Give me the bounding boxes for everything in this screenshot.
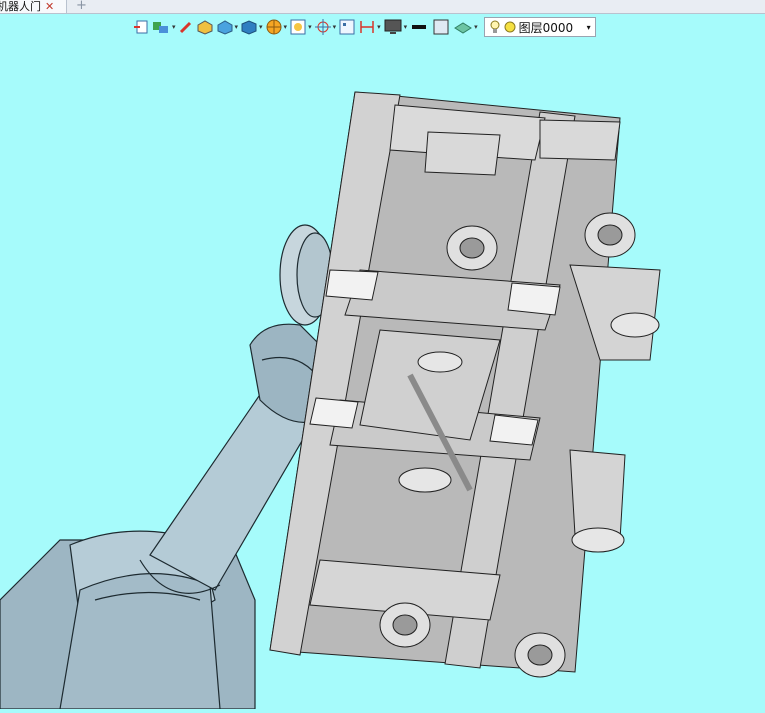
display-monitor-icon[interactable]: ▾ <box>383 17 408 37</box>
plane-visibility-icon[interactable]: ▾ <box>453 17 478 37</box>
shade-dropdown-icon[interactable]: ▾ <box>235 23 239 31</box>
plane-dropdown-icon[interactable]: ▾ <box>474 23 478 31</box>
solid-shade-icon[interactable]: ▾ <box>216 17 239 37</box>
solid-box-icon[interactable] <box>196 17 214 37</box>
layer-name: 图层0000 <box>518 20 574 35</box>
materials-dropdown-icon[interactable]: ▾ <box>172 23 176 31</box>
point-snap-icon[interactable]: ▾ <box>314 17 337 37</box>
line-style-icon[interactable] <box>409 17 429 37</box>
fill-color-icon[interactable] <box>431 17 451 37</box>
display-dropdown-icon[interactable]: ▾ <box>404 23 408 31</box>
edit-pencil-icon[interactable] <box>178 17 194 37</box>
view-dropdown-icon[interactable]: ▾ <box>259 23 263 31</box>
render-style-icon[interactable]: ▾ <box>265 17 288 37</box>
exit-sketch-icon[interactable] <box>133 17 149 37</box>
render-dropdown-icon[interactable]: ▾ <box>284 23 288 31</box>
document-tab-title: 机器人门 <box>0 0 41 13</box>
document-tab[interactable]: 机器人门 ✕ <box>0 0 67 13</box>
document-tab-bar: 机器人门 ✕ + <box>0 0 765 14</box>
lightbulb-icon[interactable] <box>489 20 501 34</box>
snap-dropdown-icon[interactable]: ▾ <box>308 23 312 31</box>
cad-model <box>0 91 661 710</box>
3d-viewport[interactable] <box>0 14 765 710</box>
new-tab-icon[interactable]: + <box>76 0 87 13</box>
layer-dropdown-icon[interactable]: ▾ <box>587 23 591 32</box>
view-toolbar: ▾ ▾ ▾ ▾ ▾ ▾ ▾ ▾ ▾ 图层0000 ▾ <box>133 16 596 38</box>
view-cube-icon[interactable]: ▾ <box>240 17 263 37</box>
layer-select[interactable]: 图层0000 ▾ <box>483 17 596 37</box>
snap-options-icon[interactable]: ▾ <box>289 17 312 37</box>
point-dropdown-icon[interactable]: ▾ <box>333 23 337 31</box>
layer-color-icon[interactable] <box>504 21 516 33</box>
dimension-icon[interactable]: ▾ <box>358 17 381 37</box>
materials-icon[interactable]: ▾ <box>151 17 176 37</box>
dimension-dropdown-icon[interactable]: ▾ <box>377 23 381 31</box>
close-tab-icon[interactable]: ✕ <box>45 1 54 12</box>
measure-frame-icon[interactable] <box>338 17 356 37</box>
gripper-frame <box>269 91 661 678</box>
